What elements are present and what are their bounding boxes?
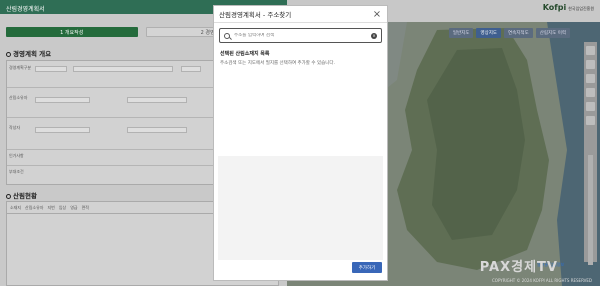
label-owner: 산림소유자	[9, 95, 28, 100]
map-btn-forest-history[interactable]: 산림지도 이력	[535, 28, 570, 38]
selected-list-header: 선택된 산림소재지 목록	[220, 51, 270, 57]
area-field[interactable]	[181, 66, 201, 72]
col-lot: 지번	[47, 204, 55, 210]
author-id-field[interactable]	[127, 127, 187, 133]
col-area: 면적	[81, 204, 89, 210]
col-stand: 임상	[58, 204, 67, 210]
clear-icon[interactable]: ×	[371, 32, 377, 39]
bullet-icon	[6, 51, 11, 57]
area-icon[interactable]	[586, 74, 595, 83]
map-btn-satellite[interactable]: 영상지도	[476, 28, 502, 38]
zoom-slider[interactable]	[588, 155, 593, 265]
col-age: 영급	[70, 204, 78, 210]
print-icon[interactable]	[586, 88, 595, 97]
reset-icon[interactable]	[586, 116, 595, 125]
plan-name-field[interactable]	[73, 66, 173, 72]
col-owner: 산림소유자	[25, 204, 44, 210]
label-plan-type: 경영계획구분	[9, 65, 32, 70]
selected-list-description: 주소검색 또는 지도에서 필지를 선택하여 추가할 수 있습니다.	[220, 61, 335, 66]
add-button[interactable]: 추가하기	[352, 262, 382, 273]
map-btn-cadastral[interactable]: 연속지적도	[504, 28, 533, 38]
measure-icon[interactable]	[586, 60, 595, 69]
tab-overview[interactable]: 1 개요작성	[6, 27, 138, 37]
address-search-dialog: 산림경영계획서 - 주소찾기 × × 선택된 산림소재지 목록 주소검색 또는 …	[213, 5, 388, 281]
watermark: PAX경제TV	[479, 260, 558, 275]
address-search-input[interactable]	[234, 33, 367, 38]
owner-id-field[interactable]	[127, 97, 187, 103]
search-map-icon[interactable]	[586, 102, 595, 111]
map-btn-general[interactable]: 일반지도	[448, 28, 474, 38]
close-icon[interactable]: ×	[372, 9, 382, 20]
label-author: 작성자	[9, 125, 21, 130]
label-condition: 부대조건	[9, 169, 24, 174]
bullet-icon	[6, 193, 11, 199]
plan-type-field[interactable]	[35, 66, 67, 72]
section-overview-title: 경영계획 개요	[6, 48, 51, 58]
col-location: 소재지	[10, 204, 22, 210]
layers-icon[interactable]	[586, 46, 595, 55]
label-approval: 인가사항	[9, 153, 24, 158]
selected-list-area	[218, 156, 383, 260]
owner-name-field[interactable]	[35, 97, 90, 103]
author-name-field[interactable]	[35, 127, 90, 133]
copyright: COPYRIGHT © 2024 KOFPI ALL RIGHTS RESERV…	[492, 278, 592, 283]
map-type-buttons: 일반지도 영상지도 연속지적도 산림지도 이력	[448, 28, 570, 38]
dialog-title: 산림경영계획서 - 주소찾기	[219, 11, 292, 19]
dialog-header: 산림경영계획서 - 주소찾기 ×	[214, 6, 387, 23]
search-icon	[224, 32, 230, 39]
section-status-title: 산림현황	[6, 190, 37, 200]
address-search-box: ×	[219, 28, 382, 43]
kofpi-logo: Kofpi 한국임업진흥원	[542, 3, 594, 12]
